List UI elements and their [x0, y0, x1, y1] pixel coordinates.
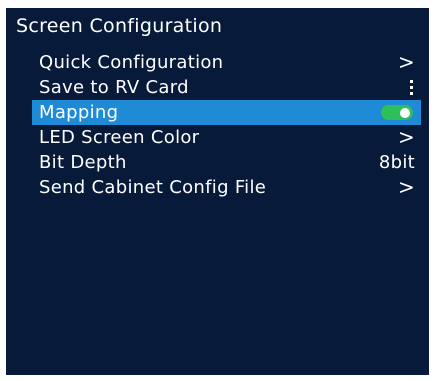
toggle-knob: [400, 107, 410, 118]
menu-item-label: LED Screen Color: [39, 127, 200, 148]
chevron-right-icon: >: [397, 125, 415, 149]
menu-item-label: Send Cabinet Config File: [39, 177, 267, 198]
menu-item-mapping[interactable]: Mapping: [32, 100, 421, 125]
menu-item-led-screen-color[interactable]: LED Screen Color >: [32, 125, 421, 150]
chevron-right-icon: >: [397, 50, 415, 74]
menu-item-label: Mapping: [39, 102, 119, 123]
configuration-menu: Quick Configuration > Save to RV Card Ma…: [32, 50, 421, 200]
menu-item-label: Save to RV Card: [39, 77, 189, 98]
menu-item-label: Bit Depth: [39, 152, 127, 173]
menu-item-label: Quick Configuration: [39, 52, 224, 73]
more-vertical-icon: [407, 75, 415, 100]
page-title: Screen Configuration: [16, 15, 223, 37]
menu-item-send-cabinet-config-file[interactable]: Send Cabinet Config File >: [32, 175, 421, 200]
menu-item-quick-configuration[interactable]: Quick Configuration >: [32, 50, 421, 75]
menu-item-save-to-rv-card[interactable]: Save to RV Card: [32, 75, 421, 100]
bit-depth-value: 8bit: [378, 152, 415, 173]
mapping-toggle-switch[interactable]: [381, 105, 413, 120]
menu-item-bit-depth[interactable]: Bit Depth 8bit: [32, 150, 421, 175]
screen-configuration-panel: Screen Configuration Quick Configuration…: [6, 8, 429, 375]
chevron-right-icon: >: [397, 175, 415, 199]
